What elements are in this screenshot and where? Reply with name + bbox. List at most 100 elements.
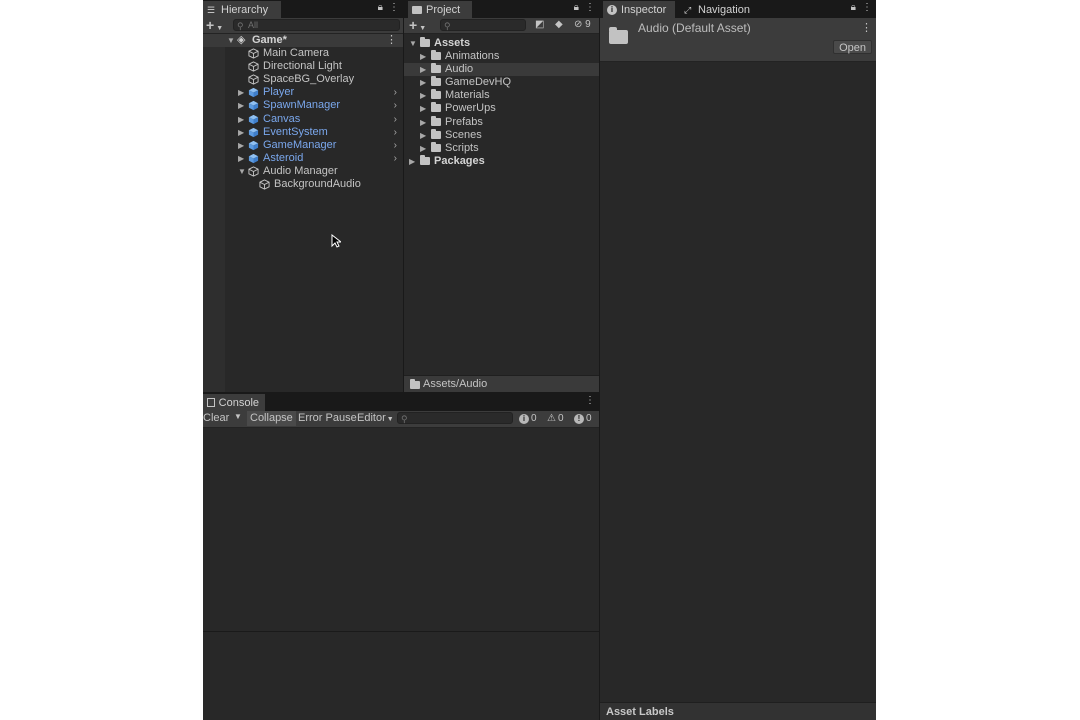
- create-button[interactable]: + ▼: [406, 18, 429, 33]
- console-search-input[interactable]: ⚲: [397, 412, 513, 424]
- clear-button[interactable]: Clear: [203, 411, 229, 426]
- hierarchy-item-label: Player: [263, 86, 295, 99]
- console-detail-area[interactable]: [203, 632, 599, 720]
- hierarchy-panel: ☰ Hierarchy 🔒︎ ⋮ + ▼ ⚲ All ▼ ◈ Game* ⋮ Ma…: [203, 0, 403, 392]
- console-log-area[interactable]: [203, 427, 599, 631]
- asset-labels-bar[interactable]: Asset Labels: [600, 702, 876, 720]
- open-prefab-chevron-icon[interactable]: ›: [394, 152, 397, 165]
- collapsed-arrow-icon[interactable]: ▶: [420, 63, 426, 76]
- hierarchy-item[interactable]: ▶ EventSystem ›: [203, 126, 403, 139]
- project-folder-item[interactable]: ▶ Audio: [404, 63, 599, 77]
- hierarchy-item[interactable]: ▼ Audio Manager: [203, 165, 403, 178]
- hierarchy-item[interactable]: SpaceBG_Overlay: [203, 73, 403, 86]
- clear-options-dropdown-icon[interactable]: ▼: [234, 412, 242, 421]
- folder-icon: [410, 379, 420, 389]
- hierarchy-item[interactable]: BackgroundAudio: [203, 178, 403, 191]
- open-prefab-chevron-icon[interactable]: ›: [394, 99, 397, 112]
- collapsed-arrow-icon[interactable]: ▶: [420, 116, 426, 129]
- panel-divider[interactable]: [403, 0, 404, 392]
- tab-console[interactable]: Console: [203, 394, 265, 411]
- collapsed-arrow-icon[interactable]: ▶: [420, 76, 426, 89]
- open-prefab-chevron-icon[interactable]: ›: [394, 86, 397, 99]
- collapsed-arrow-icon[interactable]: ▶: [238, 152, 244, 165]
- panel-divider[interactable]: [203, 392, 599, 393]
- hidden-packages-toggle[interactable]: ⊘ 9: [574, 19, 591, 30]
- expanded-arrow-icon[interactable]: ▼: [238, 165, 246, 178]
- open-button[interactable]: Open: [833, 40, 872, 54]
- project-folder-item[interactable]: ▶ Prefabs: [404, 115, 599, 129]
- collapsed-arrow-icon[interactable]: ▶: [420, 142, 426, 155]
- warning-count-toggle[interactable]: ⚠ 0: [547, 413, 564, 425]
- open-prefab-chevron-icon[interactable]: ›: [394, 113, 397, 126]
- console-toolbar: Clear ▼ Collapse Error Pause Editor▼ ⚲ i…: [203, 411, 599, 428]
- project-folder-item[interactable]: ▶ Animations: [404, 50, 599, 63]
- folder-icon: [431, 128, 441, 139]
- project-folder-item[interactable]: ▶ Scenes: [404, 128, 599, 142]
- collapsed-arrow-icon[interactable]: ▶: [420, 89, 426, 102]
- kebab-menu-icon[interactable]: ⋮: [862, 2, 872, 13]
- info-count-toggle[interactable]: i0: [519, 413, 537, 425]
- folder-icon: [431, 141, 441, 152]
- lock-icon[interactable]: 🔒︎: [574, 2, 579, 13]
- collapsed-arrow-icon[interactable]: ▶: [420, 50, 426, 63]
- collapsed-arrow-icon[interactable]: ▶: [238, 113, 244, 126]
- tab-project[interactable]: Project: [408, 1, 472, 18]
- kebab-menu-icon[interactable]: ⋮: [389, 2, 399, 13]
- project-folder-item[interactable]: ▶ Materials: [404, 89, 599, 102]
- hierarchy-item[interactable]: ▶ Asteroid ›: [203, 152, 403, 165]
- inspector-header-menu-icon[interactable]: ⋮: [861, 21, 872, 34]
- collapsed-arrow-icon[interactable]: ▶: [409, 155, 415, 168]
- hierarchy-search-input[interactable]: ⚲ All: [233, 19, 400, 31]
- create-button-label: +: [409, 17, 418, 33]
- hierarchy-item[interactable]: Main Camera: [203, 47, 403, 60]
- hierarchy-item[interactable]: ▶ Player ›: [203, 86, 403, 99]
- packages-row[interactable]: ▶ Packages: [404, 155, 599, 168]
- expanded-arrow-icon[interactable]: ▼: [409, 37, 417, 50]
- error-count-toggle[interactable]: ! 0: [574, 413, 592, 425]
- lock-icon[interactable]: 🔒︎: [378, 2, 383, 13]
- editor-target-dropdown[interactable]: Editor▼: [354, 411, 397, 426]
- hierarchy-item[interactable]: ▶ Canvas ›: [203, 113, 403, 126]
- prefab-cube-icon: [248, 87, 259, 98]
- project-folder-item[interactable]: ▶ PowerUps: [404, 102, 599, 115]
- hierarchy-item-label: Directional Light: [263, 60, 342, 73]
- collapsed-arrow-icon[interactable]: ▶: [420, 129, 426, 142]
- hierarchy-item-label: Main Camera: [263, 47, 330, 59]
- folder-icon: [431, 89, 441, 100]
- hierarchy-item-label: Audio Manager: [263, 164, 338, 177]
- search-by-label-icon[interactable]: ◆: [555, 19, 563, 30]
- collapsed-arrow-icon[interactable]: ▶: [238, 99, 244, 112]
- project-folder-item[interactable]: ▶ GameDevHQ: [404, 76, 599, 89]
- scene-menu-icon[interactable]: ⋮: [386, 34, 397, 47]
- hierarchy-item[interactable]: ▶ GameManager ›: [203, 139, 403, 152]
- info-icon: i: [519, 414, 529, 424]
- assets-root-row[interactable]: ▼ Assets: [404, 37, 599, 50]
- open-prefab-chevron-icon[interactable]: ›: [394, 126, 397, 139]
- hidden-count: 9: [585, 19, 591, 30]
- error-pause-label: Error Pause: [298, 412, 357, 424]
- console-icon: [207, 398, 215, 407]
- expanded-arrow-icon[interactable]: ▼: [227, 34, 235, 47]
- tab-navigation[interactable]: ⤢ Navigation: [680, 1, 760, 18]
- collapsed-arrow-icon[interactable]: ▶: [238, 139, 244, 152]
- collapsed-arrow-icon[interactable]: ▶: [238, 126, 244, 139]
- collapsed-arrow-icon[interactable]: ▶: [420, 102, 426, 115]
- add-button[interactable]: + ▼: [203, 18, 226, 33]
- tab-inspector[interactable]: i Inspector: [603, 1, 675, 18]
- kebab-menu-icon[interactable]: ⋮: [585, 2, 595, 13]
- project-folder-item[interactable]: ▶ Scripts: [404, 141, 599, 155]
- kebab-menu-icon[interactable]: ⋮: [585, 395, 595, 406]
- hierarchy-item[interactable]: ▶ SpawnManager ›: [203, 99, 403, 112]
- project-search-input[interactable]: ⚲: [440, 19, 526, 31]
- scene-row[interactable]: ▼ ◈ Game* ⋮: [203, 34, 403, 47]
- collapsed-arrow-icon[interactable]: ▶: [238, 86, 244, 99]
- open-prefab-chevron-icon[interactable]: ›: [394, 139, 397, 152]
- unity-scene-icon: ◈: [237, 34, 246, 46]
- hierarchy-item-label: EventSystem: [263, 125, 328, 138]
- search-by-type-icon[interactable]: ◩: [535, 19, 544, 30]
- error-pause-toggle[interactable]: Error Pause: [295, 411, 360, 426]
- hierarchy-item[interactable]: Directional Light: [203, 60, 403, 73]
- tab-hierarchy[interactable]: ☰ Hierarchy: [203, 1, 281, 18]
- collapse-toggle[interactable]: Collapse: [247, 411, 296, 426]
- lock-icon[interactable]: 🔒︎: [851, 2, 856, 13]
